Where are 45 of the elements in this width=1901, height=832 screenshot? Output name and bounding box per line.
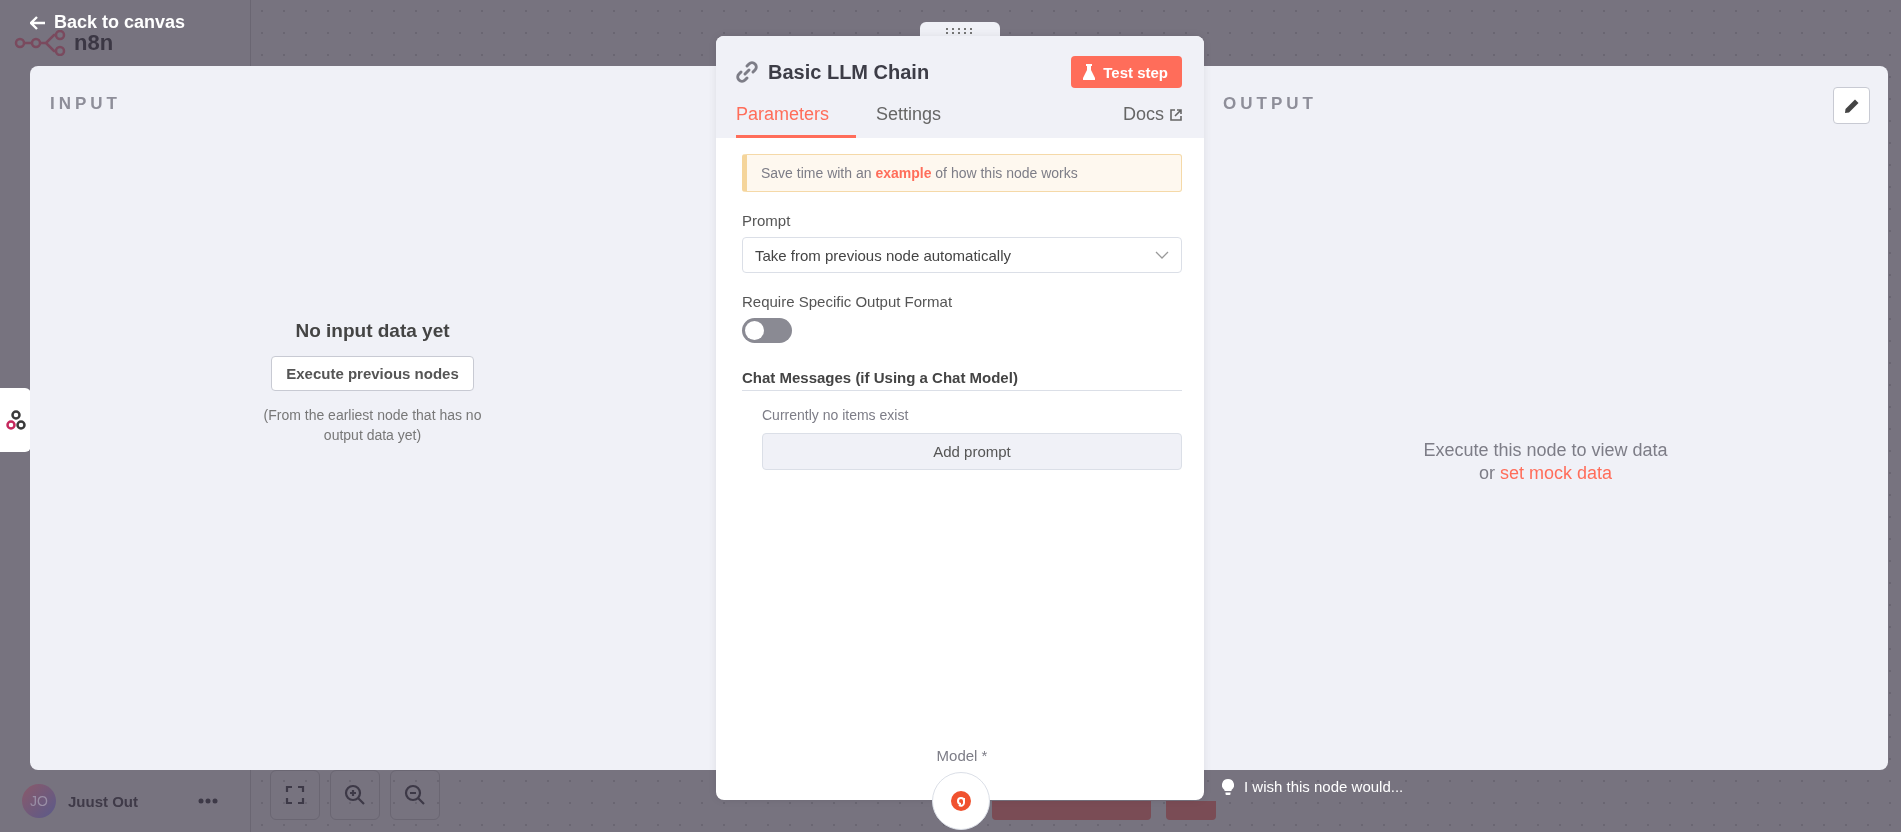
- canvas-node[interactable]: [0, 388, 31, 452]
- prompt-select[interactable]: Take from previous node automatically: [742, 237, 1182, 273]
- more-icon[interactable]: [198, 798, 218, 804]
- webhook-icon: [4, 409, 27, 431]
- field-label: Prompt: [742, 212, 791, 229]
- feedback-prompt[interactable]: I wish this node would...: [1244, 778, 1404, 795]
- mock-data-link[interactable]: set mock data: [1499, 463, 1613, 483]
- empty-message: Execute this node to view data: [1423, 439, 1668, 462]
- node-title: Basic LLM Chain: [768, 60, 931, 84]
- flask-icon: [1083, 64, 1096, 80]
- field-label: Require Specific Output Format: [742, 293, 953, 310]
- user-name: Juust Out: [68, 792, 139, 810]
- execute-button[interactable]: Execute previous nodes: [271, 355, 474, 391]
- arrow-left-icon: [30, 15, 46, 30]
- section-heading: Chat Messages (if Using a Chat Model): [742, 369, 1182, 391]
- example-link[interactable]: example: [875, 165, 932, 181]
- zoom-out-icon: [404, 784, 426, 806]
- empty-title: No input data yet: [295, 319, 450, 342]
- toggle-switch[interactable]: [742, 318, 792, 343]
- model-icon: [950, 790, 972, 812]
- fullscreen-icon: [285, 785, 305, 805]
- external-link-icon: [1170, 108, 1182, 121]
- example-callout: Save time with an example of how this node works: [742, 154, 1182, 192]
- chevron-down-icon: [1155, 251, 1169, 259]
- logo-icon: [14, 30, 66, 56]
- drag-handle[interactable]: [920, 22, 1000, 36]
- edit-button[interactable]: [1833, 87, 1870, 124]
- model-label: Model *: [936, 747, 988, 764]
- back-link[interactable]: Back to canvas: [30, 12, 186, 33]
- tab[interactable]: Settings: [858, 98, 960, 138]
- panel-title: OUTPUT: [1223, 94, 1317, 114]
- test-step-button[interactable]: Test step: [1071, 56, 1182, 88]
- zoom-in-icon: [344, 784, 366, 806]
- docs-link[interactable]: Docs: [1123, 104, 1182, 138]
- hint-text: (From the earliest node that has no output data yet): [262, 405, 483, 445]
- grip-icon: [946, 28, 974, 34]
- tab[interactable]: Parameters: [736, 98, 856, 138]
- lightbulb-icon: [1222, 778, 1234, 795]
- logo-text: n8n: [74, 30, 114, 56]
- link-icon: [736, 61, 758, 83]
- add-prompt-button[interactable]: Add prompt: [762, 433, 1182, 470]
- empty-message: Currently no items exist: [762, 407, 909, 423]
- mock-data-text: or set mock data: [1478, 462, 1613, 485]
- pencil-icon: [1843, 97, 1860, 114]
- panel-title: INPUT: [50, 94, 121, 114]
